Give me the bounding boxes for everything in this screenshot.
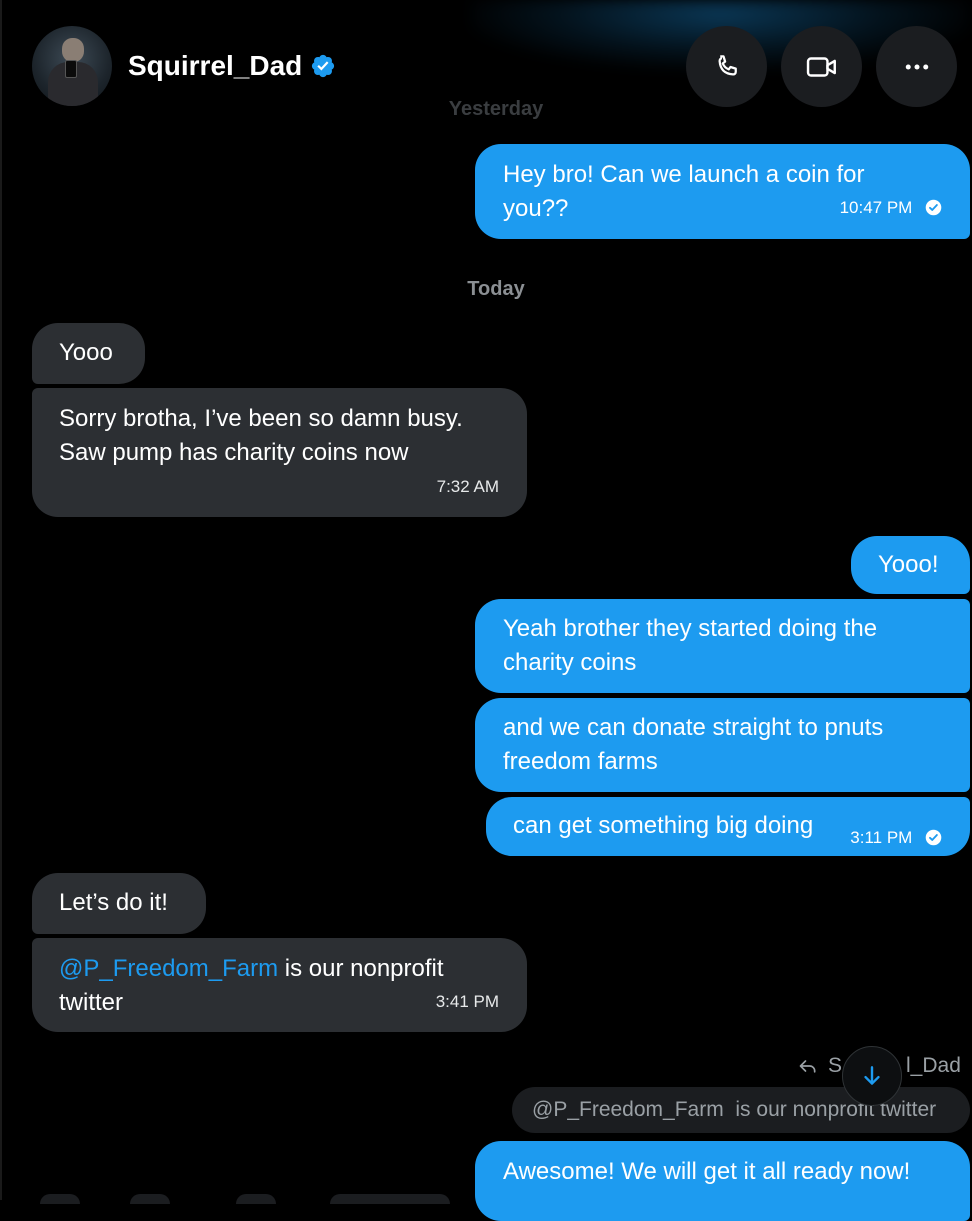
- message-meta: 10:47 PM: [840, 189, 942, 225]
- quoted-text: is our nonprofit twitter: [723, 1098, 937, 1121]
- call-button[interactable]: [686, 26, 767, 107]
- message-text-line: Sorry brotha, I’ve been so damn busy.: [59, 405, 463, 432]
- scroll-to-bottom-button[interactable]: [842, 1046, 902, 1106]
- composer-control-stub[interactable]: [40, 1194, 80, 1204]
- message-meta: 3:41 PM: [436, 983, 499, 1019]
- message-bubble-outgoing[interactable]: can get something big doing 3:11 PM: [486, 797, 970, 856]
- avatar[interactable]: [32, 26, 112, 106]
- message-bubble-incoming[interactable]: @P_Freedom_Farm is our nonprofit twitter…: [32, 938, 527, 1032]
- message-text: can get something big doing: [513, 812, 814, 839]
- more-icon: [905, 64, 928, 69]
- quoted-message[interactable]: @P_Freedom_Farm is our nonprofit twitter: [512, 1087, 970, 1133]
- header-actions: [686, 26, 957, 107]
- message-text: Let’s do it!: [59, 889, 168, 916]
- message-bubble-incoming[interactable]: Sorry brotha, I’ve been so damn busy. Sa…: [32, 388, 527, 517]
- message-time: 3:41 PM: [435, 992, 499, 1011]
- reply-arrow-icon: [799, 1060, 816, 1073]
- message-text-line: Saw pump has charity coins now: [59, 439, 409, 466]
- mention-link[interactable]: @P_Freedom_Farm: [59, 955, 278, 982]
- message-time: 10:47 PM: [839, 198, 913, 217]
- message-bubble-outgoing[interactable]: Yooo!: [851, 536, 970, 594]
- message-text: Yooo!: [878, 551, 939, 578]
- date-separator-today: Today: [467, 278, 525, 300]
- composer-input-stub[interactable]: [330, 1194, 450, 1204]
- message-text: Awesome! We will get it all ready now!: [503, 1158, 911, 1185]
- message-bubble-outgoing[interactable]: Hey bro! Can we launch a coin for you?? …: [475, 144, 970, 239]
- message-meta: 3:11 PM: [850, 819, 942, 855]
- message-text: and we can donate straight to pnuts free…: [503, 714, 884, 775]
- message-text: Yeah brother they started doing the char…: [503, 615, 878, 676]
- reply-to-name-end: l_Dad: [906, 1054, 961, 1077]
- read-receipt-icon: [925, 829, 942, 846]
- message-time: 3:11 PM: [850, 828, 913, 847]
- composer-control-stub[interactable]: [130, 1194, 170, 1204]
- reply-to-name-start: S: [828, 1054, 843, 1077]
- message-bubble-outgoing[interactable]: Yeah brother they started doing the char…: [475, 599, 970, 693]
- avatar-phone: [65, 60, 77, 78]
- date-separator-yesterday: Yesterday: [448, 98, 544, 120]
- avatar-head: [62, 38, 84, 62]
- message-bubble-incoming[interactable]: Let’s do it!: [32, 873, 206, 934]
- contact-name[interactable]: Squirrel_Dad: [128, 50, 302, 82]
- message-bubble-outgoing[interactable]: and we can donate straight to pnuts free…: [475, 698, 970, 792]
- more-options-button[interactable]: [876, 26, 957, 107]
- video-call-button[interactable]: [781, 26, 862, 107]
- message-bubble-incoming[interactable]: Yooo: [32, 323, 145, 384]
- message-bubble-outgoing[interactable]: Awesome! We will get it all ready now!: [475, 1141, 970, 1221]
- message-text: @P_Freedom_Farm is our nonprofit twitter: [59, 952, 479, 1020]
- phone-icon: [717, 54, 737, 76]
- quoted-mention: @P_Freedom_Farm: [532, 1098, 724, 1121]
- message-time: 7:32 AM: [436, 477, 499, 496]
- contact-name-wrap[interactable]: Squirrel_Dad: [128, 50, 336, 82]
- pane-divider: [0, 0, 2, 1200]
- video-icon: [806, 56, 836, 77]
- composer-control-stub[interactable]: [236, 1194, 276, 1204]
- arrow-down-icon: [864, 1066, 880, 1085]
- message-text: Yooo: [59, 339, 113, 366]
- verified-badge-icon: [312, 54, 335, 78]
- message-meta: 7:32 AM: [437, 468, 499, 504]
- read-receipt-icon: [925, 199, 942, 216]
- conversation-header: Squirrel_Dad: [32, 26, 336, 106]
